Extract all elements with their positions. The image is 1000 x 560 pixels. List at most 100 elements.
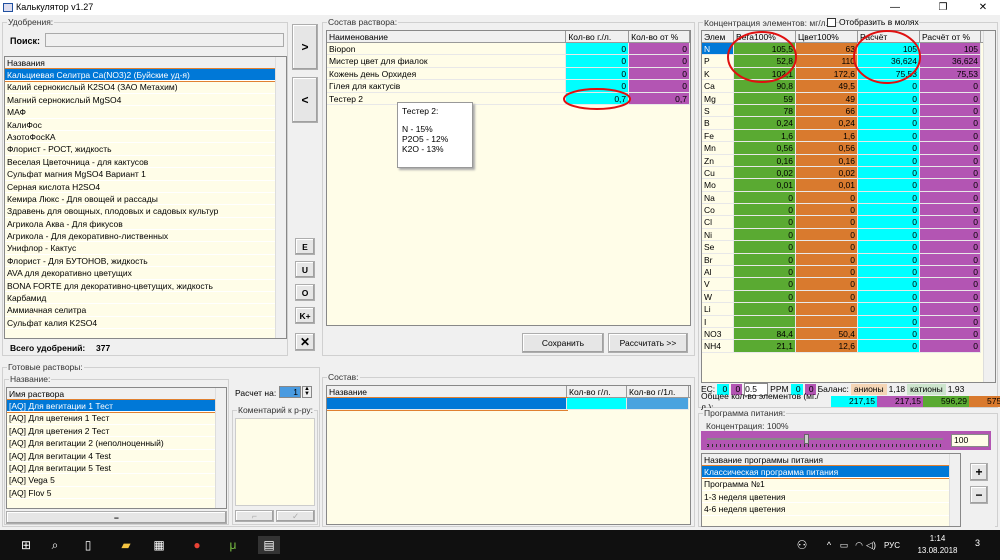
solution-qty-cell[interactable]: 0,7 [566, 92, 630, 105]
moles-checkbox[interactable] [827, 18, 836, 27]
utorrent-icon[interactable]: μ [224, 536, 242, 554]
list-item[interactable]: Агрикола Аква - Для фикусов [5, 218, 277, 231]
list-item[interactable]: Веселая Цветочница - для кактусов [5, 156, 277, 169]
people-icon[interactable]: ⚇ [793, 536, 811, 554]
solution-name-cell[interactable]: Кожень день Орхидея [327, 67, 567, 81]
list-item[interactable]: Классическая программа питания [702, 464, 951, 480]
column-header[interactable]: Расчёт от % [920, 31, 981, 42]
clock-date[interactable]: 13.08.2018 [914, 546, 961, 555]
list-item[interactable]: [AQ] Для вегитации 4 Test [7, 450, 217, 462]
list-item[interactable]: МАФ [5, 106, 277, 119]
list-item[interactable]: [AQ] Для цветения 1 Тест [7, 412, 217, 425]
list-item[interactable]: Калий сернокислый K2SO4 (ЗАО Метахим) [5, 81, 277, 94]
search-icon[interactable]: ⌕ [46, 536, 64, 554]
solution-qty-cell[interactable]: 0 [566, 80, 630, 93]
list-item[interactable]: Флорист - Для БУТОНОВ, жидкость [5, 255, 277, 268]
table-row[interactable]: Гілея для кактусів 0 0 [327, 80, 690, 93]
list-item[interactable]: Карбамид [5, 292, 277, 305]
list-item[interactable]: Сульфат калия K2SO4 [5, 317, 277, 330]
column-header[interactable]: Кол-во г/1л. [627, 386, 689, 397]
column-header[interactable]: Расчёт [858, 31, 920, 42]
clear-button[interactable]: ✕ [295, 333, 315, 351]
list-item[interactable]: [AQ] Flov 5 [7, 487, 217, 500]
fertilizer-list-header[interactable]: Названия [5, 57, 277, 69]
solution-pct-cell[interactable]: 0 [629, 67, 690, 81]
language-indicator[interactable]: РУС [884, 541, 900, 550]
spinner-arrows-icon[interactable]: ▲ ▼ [302, 386, 312, 398]
list-item[interactable]: [AQ] Для цветения 2 Тест [7, 425, 217, 438]
list-item[interactable]: Программа №1 [702, 478, 950, 491]
list-item[interactable]: AVA для декоративно цветущих [5, 267, 277, 280]
list-item[interactable]: Унифлор - Кактус [5, 242, 277, 255]
column-header[interactable]: Кол-во от % [629, 31, 690, 42]
composition-qty-cell[interactable] [567, 398, 627, 411]
calculator-app-icon[interactable]: ▤ [258, 536, 280, 554]
solution-pct-cell[interactable]: 0,7 [629, 92, 690, 105]
concentration-slider-thumb[interactable] [803, 434, 809, 444]
solution-name-cell[interactable]: Гілея для кактусів [327, 80, 567, 93]
list-item[interactable]: [AQ] Vega 5 [7, 474, 217, 487]
solution-qty-cell[interactable]: 0 [566, 43, 630, 56]
list-item[interactable]: Магний сернокислый MgSO4 [5, 94, 277, 107]
table-row[interactable]: Biopon 0 0 [327, 43, 690, 56]
u-button[interactable]: U [295, 261, 315, 278]
search-input[interactable] [45, 33, 284, 47]
table-row[interactable]: Мистер цвет для фиалок 0 0 [327, 55, 690, 68]
composition-name-cell[interactable] [327, 396, 568, 412]
add-fertilizer-button[interactable]: > [292, 24, 318, 70]
solution-pct-cell[interactable]: 0 [629, 80, 690, 93]
ready-scrollbar[interactable] [215, 388, 226, 508]
list-item[interactable]: АзотоФосКА [5, 131, 277, 144]
solution-pct-cell[interactable]: 0 [629, 55, 690, 68]
task-view-icon[interactable]: ▯ [79, 536, 97, 554]
delete-solution-button[interactable]: − [6, 511, 227, 524]
concentration-input[interactable]: 100 [951, 434, 989, 447]
e-button[interactable]: E [295, 238, 315, 255]
column-header[interactable]: Кол-во г./л. [566, 31, 630, 42]
table-row[interactable] [327, 396, 690, 412]
list-item[interactable]: 4-6 неделя цветения [702, 503, 950, 516]
column-header[interactable]: Элем [702, 31, 734, 42]
o-button[interactable]: O [295, 284, 315, 301]
remove-program-button[interactable]: − [970, 486, 988, 504]
fertilizer-scrollbar[interactable] [275, 57, 286, 338]
undo-comment-button[interactable]: ⌐ [235, 510, 274, 522]
maximize-button[interactable]: ❐ [928, 0, 958, 15]
volume-icon[interactable]: ◁) [862, 536, 880, 554]
solution-name-cell[interactable]: Мистер цвет для фиалок [327, 55, 567, 68]
list-item[interactable]: [AQ] Для вегитации 2 (неполноценный) [7, 437, 217, 450]
solution-pct-cell[interactable]: 0 [629, 43, 690, 56]
add-program-button[interactable]: + [970, 463, 988, 481]
list-item[interactable]: [AQ] Для вегитации 1 Тест [7, 398, 218, 414]
file-explorer-icon[interactable]: ▰ [117, 536, 135, 554]
composition-qty1-cell[interactable] [627, 398, 689, 411]
calc-for-spinner[interactable]: 1 [279, 386, 301, 398]
remove-fertilizer-button[interactable]: < [292, 77, 318, 123]
list-item[interactable]: Серная кислота H2SO4 [5, 181, 277, 193]
k-plus-button[interactable]: K+ [295, 307, 315, 324]
table-row[interactable]: Кожень день Орхидея 0 0 [327, 67, 690, 81]
comment-textarea[interactable] [235, 418, 315, 506]
list-item[interactable]: Здравень для овощных, плодовых и садовых… [5, 205, 277, 218]
calculator-icon[interactable]: ▦ [150, 536, 168, 554]
column-header[interactable]: Наименование [327, 31, 567, 42]
column-header[interactable]: Название [327, 386, 567, 397]
column-header[interactable]: Цвет100% [796, 31, 858, 42]
concentration-slider-track[interactable] [707, 438, 943, 440]
column-header[interactable]: Вега100% [734, 31, 796, 42]
apply-comment-button[interactable]: ✓ [276, 510, 315, 522]
notifications-icon[interactable]: 3 [975, 538, 980, 548]
column-names[interactable]: Названия [5, 57, 277, 68]
column-header[interactable]: Кол-во г/л. [567, 386, 627, 397]
calculate-button[interactable]: Рассчитать >> [608, 333, 688, 353]
list-item[interactable]: Аммиачная селитра [5, 304, 277, 317]
table-row[interactable]: Тестер 2 0,7 0,7 [327, 92, 690, 105]
list-item[interactable]: Сульфат магния MgSO4 Вариант 1 [5, 168, 277, 181]
list-item[interactable]: Кемира Люкс - Для овощей и рассады [5, 193, 277, 206]
chrome-icon[interactable]: ● [188, 536, 206, 554]
solution-qty-cell[interactable]: 0 [566, 67, 630, 81]
solution-name-cell[interactable]: Biopon [327, 43, 567, 56]
elements-scrollbar[interactable] [983, 31, 995, 382]
minimize-button[interactable]: — [880, 0, 910, 15]
clock-time[interactable]: 1:14 [920, 534, 955, 543]
